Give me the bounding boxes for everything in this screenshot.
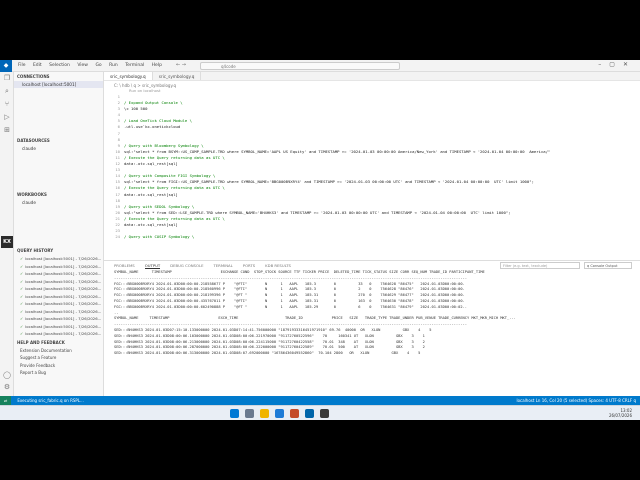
output-channel-select[interactable]: q Console Output xyxy=(584,262,632,269)
app-icon[interactable] xyxy=(290,408,299,418)
history-item[interactable]: localhost [localhost:5001] - 7/26/2026..… xyxy=(20,263,103,271)
kx-extension-icon[interactable]: KX xyxy=(1,236,13,248)
history-item[interactable]: localhost [localhost:5001] - 7/26/2026..… xyxy=(20,308,103,316)
help-item-bug[interactable]: Report a Bug xyxy=(14,369,103,377)
edge-icon[interactable] xyxy=(275,408,284,418)
activity-bar: ❐ ⌕ ⑂ ▷ ⊞ KX ◯ ⚙ xyxy=(0,72,14,396)
menu-selection[interactable]: Selection xyxy=(49,63,70,68)
remote-indicator-icon[interactable]: ⇌ xyxy=(0,396,12,405)
code-text: \c 100 500 xyxy=(124,106,148,112)
menu-file[interactable]: File xyxy=(18,63,26,68)
title-bar: ◆ File Edit Selection View Go Run Termin… xyxy=(0,59,640,72)
command-search-input[interactable]: q4code xyxy=(200,62,400,70)
top-letterbox xyxy=(0,0,640,60)
bottom-letterbox xyxy=(0,420,640,480)
git-icon[interactable]: ⑂ xyxy=(0,98,14,111)
gear-icon[interactable]: ⚙ xyxy=(0,381,14,394)
panel-tab-ports[interactable]: PORTS xyxy=(243,263,255,268)
output-text: SYMBOL_NAME TIMESTAMP EXCHANGE COND STOP… xyxy=(104,270,640,357)
code-line[interactable]: 24 / Query with CUSIP Symbology \ xyxy=(104,234,640,240)
panel-tab-terminal[interactable]: TERMINAL xyxy=(213,263,232,268)
code-text: .utl.use`kx.onetickcloud xyxy=(124,124,181,130)
file-explorer-icon[interactable] xyxy=(260,408,269,418)
datasources-header[interactable]: DATASOURCES xyxy=(14,136,103,145)
output-line: SED:::BH4HKS3 2024.01.03D08:00:06.313000… xyxy=(114,351,421,356)
history-item[interactable]: localhost [localhost:5001] - 7/26/2026..… xyxy=(20,270,103,278)
nav-arrows[interactable]: ← → xyxy=(176,62,186,68)
help-item-docs[interactable]: Extension Documentation xyxy=(14,347,103,355)
terminal-taskbar-icon[interactable] xyxy=(320,408,329,418)
code-area[interactable]: 1 2/ Expand Output Console \ 3 \c 100 500 4 5… xyxy=(104,94,640,240)
start-icon[interactable] xyxy=(230,408,239,418)
search-icon[interactable]: ⌕ xyxy=(0,85,14,98)
vscode-logo-icon: ◆ xyxy=(0,59,12,72)
editor-tab[interactable]: sric_symbology.q xyxy=(104,72,153,80)
history-item[interactable]: localhost [localhost:5001] - 7/26/2026..… xyxy=(20,323,103,331)
menu-help[interactable]: Help xyxy=(152,63,162,68)
help-list: Extension Documentation Suggest a Featur… xyxy=(14,347,103,377)
connections-header[interactable]: CONNECTIONS xyxy=(14,72,103,81)
query-history-header[interactable]: QUERY HISTORY xyxy=(14,246,103,255)
vscode-taskbar-icon[interactable] xyxy=(305,408,314,418)
history-item[interactable]: localhost [localhost:5001] - 7/26/2026..… xyxy=(20,293,103,301)
editor-tabs: sric_symbology.q sric_symbology.q xyxy=(104,72,640,81)
editor: sric_symbology.q sric_symbology.q C: \ h… xyxy=(104,72,640,260)
history-item[interactable]: localhost [localhost:5001] - 7/26/2026..… xyxy=(20,285,103,293)
help-item-suggest[interactable]: Suggest a Feature xyxy=(14,354,103,362)
history-item[interactable]: localhost [localhost:5001] - 7/26/2026..… xyxy=(20,255,103,263)
panel-tab-problems[interactable]: PROBLEMS xyxy=(114,263,135,268)
status-left: Executing sric_fabric.q on RSPL... xyxy=(17,398,84,403)
workbook-item[interactable]: claude xyxy=(14,199,103,206)
window-controls[interactable]: –▢✕ xyxy=(598,61,636,68)
history-item[interactable]: localhost [localhost:5001] - 7/26/2026..… xyxy=(20,315,103,323)
files-icon[interactable]: ❐ xyxy=(0,72,14,85)
output-filter-input[interactable]: Filter (e.g. text, !exclude) xyxy=(500,262,580,269)
datasource-item[interactable]: claude xyxy=(14,145,103,152)
history-item[interactable]: localhost [localhost:5001] - 7/26/2026..… xyxy=(20,278,103,286)
code-text: data:.otc.sql_rest[sql] xyxy=(124,191,178,197)
menu-bar: File Edit Selection View Go Run Terminal… xyxy=(12,63,162,68)
menu-go[interactable]: Go xyxy=(95,63,101,68)
connection-item[interactable]: localhost [localhost:5001] xyxy=(14,81,103,88)
sidebar: CONNECTIONS localhost [localhost:5001] D… xyxy=(14,72,104,396)
history-item[interactable]: localhost [localhost:5001] - 7/26/2026..… xyxy=(20,330,103,338)
history-item[interactable]: localhost [localhost:5001] - 7/26/2026..… xyxy=(20,300,103,308)
clock-date: 26/07/2026 xyxy=(608,413,632,418)
breadcrumb[interactable]: C: \ hdb \ q > sric_symbology.q xyxy=(104,81,640,88)
menu-run[interactable]: Run xyxy=(109,63,118,68)
code-text: data:.otc.sql_rest[sql] xyxy=(124,161,178,167)
clock[interactable]: 13:02 26/07/2026 xyxy=(609,408,632,418)
panel-tab-output[interactable]: OUTPUT xyxy=(144,263,161,269)
bottom-panel: PROBLEMS OUTPUT DEBUG CONSOLE TERMINAL P… xyxy=(104,260,640,396)
menu-edit[interactable]: Edit xyxy=(33,63,42,68)
help-item-feedback[interactable]: Provide Feedback xyxy=(14,362,103,370)
help-feedback-header[interactable]: HELP AND FEEDBACK xyxy=(14,338,103,347)
editor-tab[interactable]: sric_symbology.q xyxy=(153,72,202,80)
query-history-list: localhost [localhost:5001] - 7/26/2026..… xyxy=(14,255,103,338)
search-taskbar-icon[interactable] xyxy=(245,408,254,418)
taskbar: 13:02 26/07/2026 xyxy=(0,405,640,420)
status-right[interactable]: localhost Ln 16, Col 20 (5 selected) Spa… xyxy=(516,398,636,403)
workbooks-header[interactable]: WORKBOOKS xyxy=(14,190,103,199)
code-text: data:.otc.sql_rest[sql] xyxy=(124,221,178,227)
status-bar: ⇌ Executing sric_fabric.q on RSPL... loc… xyxy=(0,396,640,405)
menu-terminal[interactable]: Terminal xyxy=(125,63,144,68)
panel-tab-kdb-results[interactable]: KDB RESULTS xyxy=(265,263,291,268)
debug-icon[interactable]: ▷ xyxy=(0,111,14,124)
panel-tab-debug[interactable]: DEBUG CONSOLE xyxy=(170,263,203,268)
line-number: 24 xyxy=(115,234,120,240)
code-text: / Query with CUSIP Symbology \ xyxy=(124,234,195,240)
extensions-icon[interactable]: ⊞ xyxy=(0,124,14,137)
menu-view[interactable]: View xyxy=(77,63,88,68)
